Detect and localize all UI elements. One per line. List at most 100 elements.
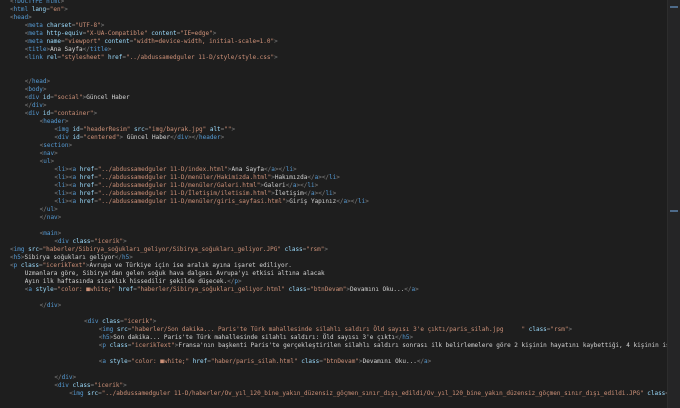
code-token: </: [416, 358, 425, 365]
code-token: content: [104, 38, 130, 45]
code-token: Güncel Haber: [86, 94, 130, 101]
code-line[interactable]: <link rel="stylesheet" href="../abdussam…: [25, 53, 278, 62]
code-token: div: [58, 238, 69, 245]
code-token: </: [54, 374, 62, 381]
code-token: </: [303, 190, 311, 197]
code-token: src: [116, 326, 128, 333]
code-token: "IE=edge": [180, 30, 213, 37]
code-token: "../abdussamedguler 11-D/menüler/Galeri.…: [97, 182, 261, 189]
code-token: "viewport": [64, 38, 101, 45]
code-token: Ana Sayfa: [50, 46, 83, 53]
code-token: h5: [13, 254, 21, 261]
code-token: ></: [314, 190, 326, 197]
code-token: Güncel Haber: [123, 134, 171, 141]
code-editor[interactable]: <!DOCTYPE html> <html lang="en"> <head> <me…: [0, 0, 680, 408]
code-token: >: [212, 30, 217, 37]
code-token: link: [28, 54, 43, 61]
code-token: "btnDevam": [310, 286, 347, 293]
code-token: meta: [28, 30, 43, 37]
code-token: ></: [318, 174, 330, 181]
code-token: div: [61, 374, 73, 381]
code-token: nav: [46, 214, 58, 221]
code-token: class: [72, 382, 91, 389]
code-token: content: [151, 30, 177, 37]
code-token: div: [177, 134, 189, 141]
editor-scrollbar[interactable]: [667, 0, 680, 408]
code-token: >: [28, 14, 32, 21]
code-token: div: [58, 134, 69, 141]
code-token: h5: [102, 334, 110, 341]
code-token: >: [292, 166, 297, 173]
code-token: div: [46, 302, 58, 309]
scrollbar-marker: [670, 210, 678, 212]
code-token: >: [68, 142, 73, 149]
code-token: Devamını Oku...: [350, 286, 405, 293]
code-token: "stylesheet": [60, 54, 105, 61]
code-token: Uzmanlara göre, Sibirya'dan gelen soğuk …: [24, 270, 325, 277]
code-token: "social": [53, 94, 83, 101]
code-token: header: [198, 134, 221, 141]
code-token: >: [54, 150, 58, 157]
code-token: title: [89, 46, 108, 53]
code-token: "X-UA-Compatible": [86, 30, 148, 37]
code-token: >: [324, 246, 328, 253]
code-line[interactable]: <img src="../abdussamedguler 11-D/haberl…: [69, 389, 680, 398]
code-token: "width=device-width, initial-scale=1.0": [133, 38, 275, 45]
code-token: "container": [53, 110, 94, 117]
code-token: "icerikText": [42, 262, 86, 269]
code-token: src: [28, 246, 39, 253]
code-token: li: [307, 182, 315, 189]
code-token: section: [43, 142, 69, 149]
code-token: href: [79, 166, 95, 173]
code-token: href: [79, 198, 95, 205]
code-line[interactable]: </nav>: [40, 213, 62, 222]
code-token: div: [58, 382, 69, 389]
code-line[interactable]: </div>: [40, 301, 62, 310]
code-token: >: [336, 174, 340, 181]
code-line[interactable]: <li><a href="../abdussamedguler 11-D/men…: [54, 197, 368, 206]
code-token: >: [274, 54, 278, 61]
code-token: "../abdussamedguler 11-D/haberler/Ov_yıl…: [101, 390, 644, 397]
code-token: "icerik": [94, 382, 124, 389]
code-token: >: [237, 278, 242, 285]
code-token: div: [87, 318, 99, 325]
code-token: ></: [296, 182, 308, 189]
code-line[interactable]: <ul>: [40, 157, 54, 166]
code-token: >: [57, 302, 62, 309]
code-token: >: [231, 126, 236, 133]
code-token: href: [118, 286, 134, 293]
code-line[interactable]: <a style="color: ■white;" href="haberler…: [25, 285, 419, 294]
code-token: >: [64, 118, 69, 125]
code-token: div: [28, 110, 40, 117]
code-token: >: [427, 358, 432, 365]
code-token: "haberler/Son dakika... Paris'te Türk ma…: [131, 326, 526, 333]
code-token: head: [32, 78, 47, 85]
code-token: >: [568, 326, 573, 333]
code-token: header: [43, 118, 65, 125]
code-token: class: [528, 326, 547, 333]
code-line[interactable]: <div id="centered"> Güncel Haber</div></…: [54, 133, 224, 142]
code-token: "../abdussamedguler 11-D/index.html": [97, 166, 228, 173]
code-token: >: [64, 6, 68, 13]
code-token: "btnDevam": [322, 358, 359, 365]
code-token: src: [87, 390, 99, 397]
code-line[interactable]: <a style="color: ■white;" href="haber/pa…: [99, 357, 432, 366]
code-token: ></: [347, 198, 358, 205]
code-token: nav: [43, 150, 55, 157]
code-token: img: [102, 326, 114, 333]
code-token: </: [285, 182, 293, 189]
code-token: Galeri: [264, 182, 286, 189]
code-token: >: [107, 46, 112, 53]
code-token: h5: [402, 334, 410, 341]
code-token: div: [32, 102, 43, 109]
code-token: href: [79, 190, 95, 197]
code-token: class: [109, 342, 128, 349]
code-token: >: [415, 286, 419, 293]
code-token: rel: [46, 54, 58, 61]
code-token: alt: [209, 126, 221, 133]
code-token: </: [39, 206, 47, 213]
scrollbar-marker: [670, 6, 678, 8]
code-token: Ana Sayfa: [231, 166, 264, 173]
code-token: src: [133, 126, 145, 133]
code-line[interactable]: <p class="icerikText">Fransa'nın başkent…: [99, 341, 680, 350]
